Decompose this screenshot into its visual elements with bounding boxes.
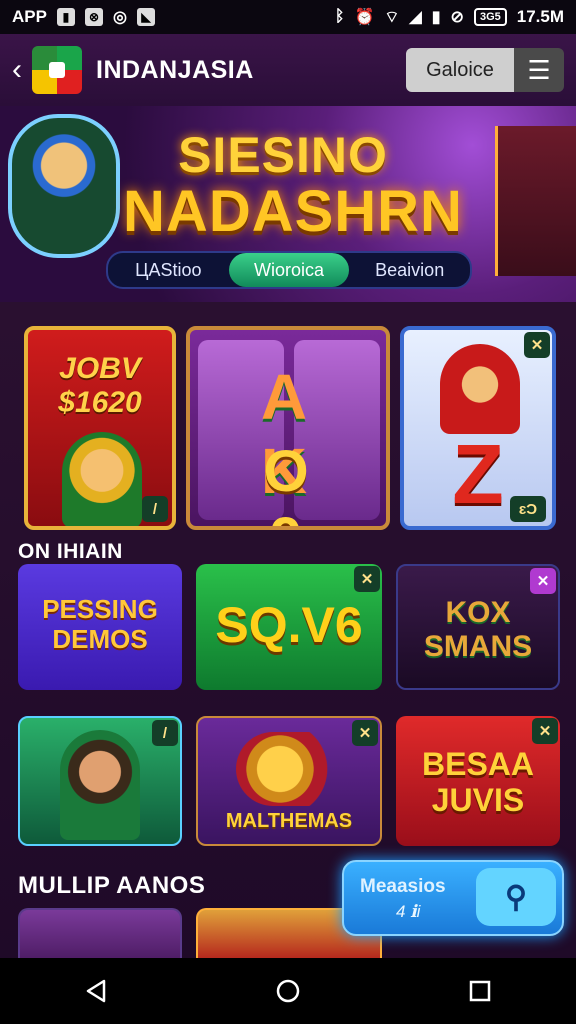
hero-title-line2: NADASHRN — [123, 179, 463, 244]
clock: 17.5M — [516, 7, 564, 26]
featured-card-3[interactable]: Z ✕ ɛƆ — [400, 326, 556, 530]
game-tile-3[interactable]: KOX SMANS ✕ — [396, 564, 560, 690]
game-tile-3-badge[interactable]: ✕ — [530, 568, 556, 594]
game-tile-5-title: MALTHEMAS — [225, 810, 353, 832]
hero-title-line1: SIESINO — [178, 127, 388, 183]
floating-button-sub: 4 ℹi — [396, 902, 421, 921]
alarm-icon: ⏰ — [354, 9, 375, 26]
circle-home-icon[interactable] — [258, 966, 318, 1016]
hero-character-image — [8, 114, 120, 258]
battery-indicator: 3G5 — [473, 8, 507, 26]
hero-side-decoration — [495, 126, 576, 276]
hero-banner[interactable]: SIESINO NADASHRN ЦAЅtioo Wioroica Beaivi… — [0, 106, 576, 302]
tab-2[interactable]: Beaivion — [349, 253, 470, 287]
status-right: ᛒ ⏰ ⌔ ◢ ▮ ⊘ 3G5 17.5M — [335, 7, 564, 27]
coins-image — [236, 732, 346, 806]
tab-0[interactable]: ЦAЅtioo — [108, 253, 229, 287]
character-image — [62, 432, 142, 526]
game-tile-6-title: BESAA JUVIS — [421, 746, 534, 818]
game-tile-4-badge[interactable]: / — [152, 720, 178, 746]
game-tile-6-badge[interactable]: ✕ — [532, 718, 558, 744]
game-tile-2[interactable]: SQ.V6 ✕ — [196, 564, 382, 690]
square-recents-icon[interactable] — [450, 966, 510, 1016]
signal-icon: ◢ — [409, 9, 422, 26]
header-action-button[interactable]: Galoice — [406, 48, 514, 92]
game-tile-5-badge[interactable]: ✕ — [352, 720, 378, 746]
search-key-icon[interactable]: ⚲ — [476, 868, 556, 926]
game-tile-2-badge[interactable]: ✕ — [354, 566, 380, 592]
hamburger-menu-icon[interactable]: ☰ — [514, 48, 564, 92]
app-logo[interactable] — [32, 46, 82, 94]
status-bar: APP ▮ ⊗ ◎ ◣ ᛒ ⏰ ⌔ ◢ ▮ ⊘ 3G5 17.5M — [0, 0, 576, 34]
game-tile-7[interactable] — [18, 908, 182, 964]
back-chevron-icon[interactable]: ‹ — [12, 53, 28, 87]
featured-card-1-title: JOBV $1620 — [58, 352, 142, 419]
app-bar-actions: Galoice ☰ — [406, 48, 564, 92]
section-title-2: MULLIP AANOS — [18, 872, 206, 899]
game-tile-1[interactable]: PESSING DEMOS — [18, 564, 182, 690]
camera-icon: ◎ — [112, 9, 127, 26]
game-tile-4[interactable]: / — [18, 716, 182, 846]
featured-card-2[interactable]: A K O 9 — [186, 326, 390, 530]
game-tile-3-title: KOX SMANS — [423, 596, 533, 663]
featured-card-2-sub: O 9 — [263, 439, 349, 526]
featured-card-3-badge[interactable]: ✕ — [524, 332, 550, 358]
tab-1[interactable]: Wioroica — [228, 253, 350, 287]
game-tile-1-title: PESSING DEMOS — [42, 594, 158, 654]
character-image — [440, 344, 520, 434]
floating-action-button[interactable]: Meaasios 4 ℹi ⚲ — [342, 860, 564, 936]
app-title: INDANJASIA — [96, 55, 254, 84]
status-left: APP ▮ ⊗ ◎ ◣ — [12, 7, 155, 27]
section-title-1: ON IHIAIN — [18, 540, 123, 563]
signal-icon-2: ▮ — [431, 9, 441, 26]
featured-card-1-badge[interactable]: / — [142, 496, 168, 522]
floating-button-label: Meaasios — [360, 876, 446, 897]
app-bar: ‹ INDANJASIA Galoice ☰ — [0, 34, 576, 106]
file-icon: ▮ — [56, 8, 75, 26]
game-tile-6[interactable]: BESAA JUVIS ✕ — [396, 716, 560, 846]
sync-icon: ⊗ — [84, 8, 103, 26]
photo-icon: ◣ — [136, 8, 155, 26]
bluetooth-icon: ᛒ — [334, 8, 345, 25]
system-nav-bar — [0, 958, 576, 1024]
featured-card-1[interactable]: JOBV $1620 / — [24, 326, 176, 530]
game-tile-2-title: SQ.V6 — [215, 597, 363, 653]
game-tile-5[interactable]: MALTHEMAS ✕ — [196, 716, 382, 846]
featured-card-3-corner[interactable]: ɛƆ — [510, 496, 546, 522]
wifi-icon: ⌔ — [384, 9, 400, 26]
hero-tabs: ЦAЅtioo Wioroica Beaivion — [106, 251, 472, 289]
player-avatar — [60, 730, 140, 840]
app-label: APP — [12, 7, 47, 26]
mute-icon: ⊘ — [450, 9, 464, 26]
triangle-back-icon[interactable] — [66, 966, 126, 1016]
